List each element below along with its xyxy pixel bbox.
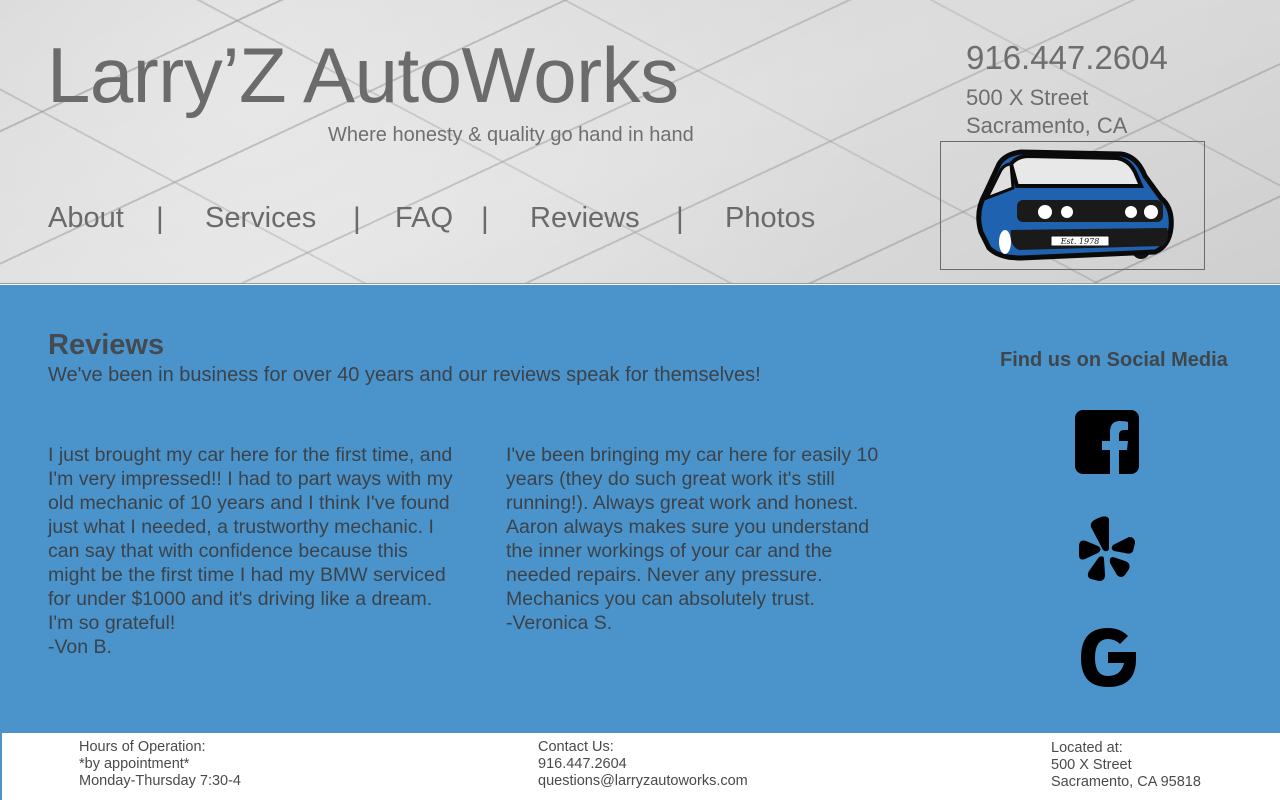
site-tagline: Where honesty & quality go hand in hand: [328, 124, 694, 146]
footer-contact-label: Contact Us:: [538, 739, 614, 755]
section-intro: We've been in business for over 40 years…: [48, 364, 761, 386]
nav-separator: |: [156, 202, 164, 235]
nav-faq[interactable]: FAQ: [395, 202, 453, 235]
header-address-line2: Sacramento, CA: [966, 113, 1128, 138]
header-address-line1: 500 X Street: [966, 85, 1089, 110]
yelp-icon[interactable]: [1077, 515, 1137, 583]
footer-location-line1: 500 X Street: [1051, 757, 1132, 773]
review-text: I just brought my car here for the first…: [48, 444, 453, 634]
footer-hours: Hours of Operation: *by appointment* Mon…: [79, 739, 241, 790]
footer-contact-email[interactable]: questions@larryzautoworks.com: [538, 773, 748, 790]
car-logo[interactable]: Est. 1978: [940, 141, 1205, 270]
nav-reviews[interactable]: Reviews: [530, 202, 640, 235]
footer-location: Located at: 500 X Street Sacramento, CA …: [1051, 740, 1201, 791]
header-phone[interactable]: 916.447.2604: [966, 39, 1168, 77]
car-logo-graphic: Est. 1978: [976, 149, 1174, 261]
nav-separator: |: [353, 202, 361, 235]
review-author: -Von B.: [48, 636, 112, 658]
review-text: I've been bringing my car here for easil…: [506, 444, 879, 610]
footer-location-label: Located at:: [1051, 740, 1123, 756]
review-card: I just brought my car here for the first…: [48, 443, 458, 659]
page-title: Reviews: [48, 329, 165, 361]
nav-photos[interactable]: Photos: [725, 202, 815, 235]
footer-location-line2: Sacramento, CA 95818: [1051, 774, 1201, 790]
footer-contact: Contact Us: 916.447.2604 questions@larry…: [538, 739, 748, 790]
google-icon[interactable]: [1077, 626, 1138, 689]
social-title: Find us on Social Media: [1000, 349, 1228, 371]
site-title[interactable]: Larry’Z AutoWorks: [47, 36, 679, 114]
nav-separator: |: [676, 202, 684, 235]
footer-hours-line1: *by appointment*: [79, 756, 190, 772]
nav-about[interactable]: About: [48, 202, 124, 235]
header-address: 500 X Street Sacramento, CA: [966, 84, 1127, 140]
site-header: Larry’Z AutoWorks Where honesty & qualit…: [0, 0, 1280, 284]
nav-services[interactable]: Services: [205, 202, 316, 235]
logo-badge-text: Est. 1978: [1060, 237, 1100, 246]
review-card: I've been bringing my car here for easil…: [506, 443, 896, 635]
footer-hours-line2: Monday-Thursday 7:30-4: [79, 773, 241, 789]
review-author: -Veronica S.: [506, 612, 613, 634]
footer-hours-label: Hours of Operation:: [79, 739, 206, 755]
nav-separator: |: [481, 202, 489, 235]
facebook-icon[interactable]: [1075, 410, 1139, 474]
reviews-section: Reviews We've been in business for over …: [0, 285, 1280, 733]
footer-contact-phone[interactable]: 916.447.2604: [538, 756, 748, 773]
site-footer: Hours of Operation: *by appointment* Mon…: [0, 733, 1280, 800]
